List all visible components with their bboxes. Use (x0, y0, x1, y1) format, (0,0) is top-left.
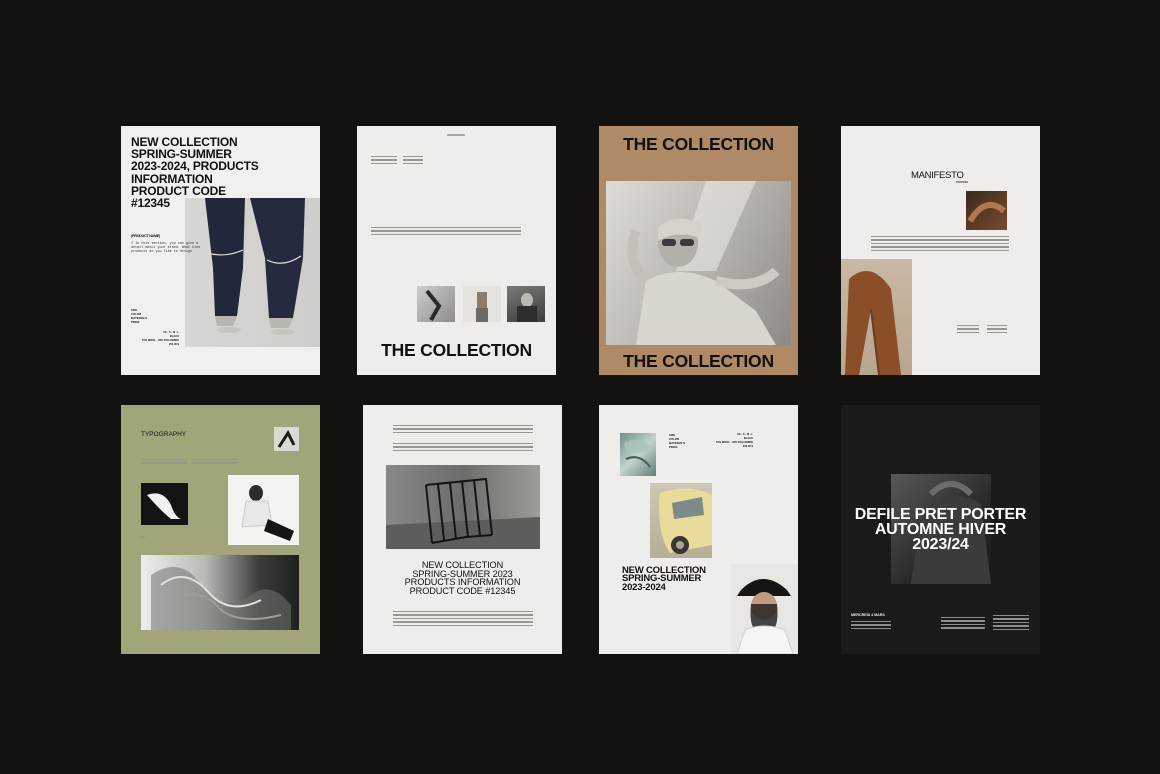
spec-labels: SIZE COLOR MATERIALS PRICE (669, 433, 685, 449)
footer-paragraph (393, 611, 533, 628)
event-info-right (993, 615, 1029, 632)
subtitle-mark (956, 181, 968, 183)
page-new-collection-chair: NEW COLLECTION SPRING-SUMMER 2023 PRODUC… (363, 405, 562, 654)
white-shoe-photo (141, 483, 188, 525)
collection-heading: NEW COLLECTION SPRING-SUMMER 2023-2024 (622, 566, 706, 593)
heading-line: PRODUCT CODE #12345 (409, 585, 516, 596)
seated-figure-illustration (241, 485, 294, 541)
white-heel-illustration (147, 493, 181, 519)
collection-heading: NEW COLLECTION SPRING-SUMMER 2023 PRODUC… (363, 561, 562, 596)
figure-illustration (517, 293, 537, 322)
product-description: I In this section, you can give a detail… (131, 242, 200, 255)
event-info-left (941, 617, 985, 631)
meta-block-right (403, 156, 423, 166)
thumb-photo-1 (417, 286, 455, 322)
intro-paragraph (393, 425, 533, 435)
woman-bucket-hat-illustration (736, 579, 794, 654)
page-defile-pret-porter: DEFILE PRET PORTER AUTOMNE HIVER 2023/24… (841, 405, 1040, 654)
spec-values: XS - S - M - L BLACK 70% WOOL - 30% POLY… (709, 433, 753, 449)
heading-line: DEFILE PRET PORTER (854, 506, 1027, 523)
wire-chair-illustration (386, 477, 540, 549)
spec-value: 250.00 $ (742, 445, 753, 448)
thumb-photo-3 (507, 286, 545, 322)
body-line: products do you like to design (131, 250, 193, 255)
thumb-photo-2 (463, 286, 501, 322)
seated-woman-photo (228, 475, 299, 545)
woman-sunglasses-illustration (627, 181, 780, 345)
leaf-texture-illustration (624, 439, 652, 468)
spec-values: XS - S - M - L BLACK 70% WOOL - 30% POLY… (141, 331, 179, 347)
collection-title-bottom: THE COLLECTION (623, 351, 774, 371)
jeans-illustration (205, 198, 305, 335)
yellow-car-photo (650, 483, 712, 558)
header-mark (447, 134, 465, 136)
heading-line: INFORMATION (131, 171, 213, 186)
page-new-collection-product: NEW COLLECTION SPRING-SUMMER 2023-2024, … (121, 126, 320, 375)
figure-illustration (476, 292, 488, 322)
vintage-car-illustration (659, 488, 712, 554)
spec-label: PRICE (669, 445, 678, 449)
page-typography: TYPOGRAPHY (121, 405, 320, 654)
event-details (851, 621, 891, 631)
type-sample-right (191, 459, 237, 466)
caption-marks (141, 533, 145, 540)
green-texture-photo (620, 433, 656, 476)
meta-block-right (987, 325, 1007, 335)
glass-sculpture-illustration (151, 567, 291, 630)
collection-title-top: THE COLLECTION (623, 134, 774, 154)
event-date: MERCREDI 4 MARS (851, 613, 885, 617)
figure-illustration (425, 289, 442, 321)
heading-line: AUTOMNE HIVER (874, 521, 1007, 538)
bucket-hat-photo (731, 564, 798, 654)
glass-objects-photo (141, 555, 299, 630)
heading-line: 2023/24 (912, 536, 969, 553)
jeans-photo (185, 198, 320, 347)
typography-small-photo (274, 427, 299, 451)
knee-illustration (967, 201, 1006, 223)
page-manifesto: MANIFESTO (841, 126, 1040, 375)
spec-labels: SIZE COLOR MATERIALS PRICE (131, 308, 147, 324)
product-name: (PRODUCT NAME) (131, 234, 160, 238)
page-the-collection-tan: THE COLLECTION THE COLLECTION (599, 126, 798, 375)
manifesto-paragraph (871, 236, 1009, 253)
page-the-collection-white: THE COLLECTION (357, 126, 556, 375)
type-sample-left (141, 459, 187, 466)
manifesto-small-photo (966, 191, 1007, 230)
brown-trousers-illustration (845, 271, 901, 375)
portrait-photo (606, 181, 791, 345)
manifesto-title: MANIFESTO (911, 170, 964, 181)
meta-block-left (957, 325, 979, 335)
heading-line: 2023-2024, PRODUCTS (131, 159, 259, 174)
intro-paragraph-2 (393, 443, 533, 453)
heading-line: 2023-2024 (622, 581, 666, 593)
page-new-collection-collage: SIZE COLOR MATERIALS PRICE XS - S - M - … (599, 405, 798, 654)
spec-label: PRICE (131, 320, 140, 324)
shoe-illustration (277, 429, 296, 448)
collection-title: THE COLLECTION (381, 340, 532, 360)
trousers-photo (841, 259, 912, 375)
defile-heading: DEFILE PRET PORTER AUTOMNE HIVER 2023/24 (841, 506, 1040, 553)
chair-photo (386, 465, 540, 549)
typography-title: TYPOGRAPHY (141, 431, 187, 438)
intro-paragraph (371, 227, 521, 237)
spec-value: 250.00 $ (168, 343, 179, 346)
meta-block-left (371, 156, 397, 166)
